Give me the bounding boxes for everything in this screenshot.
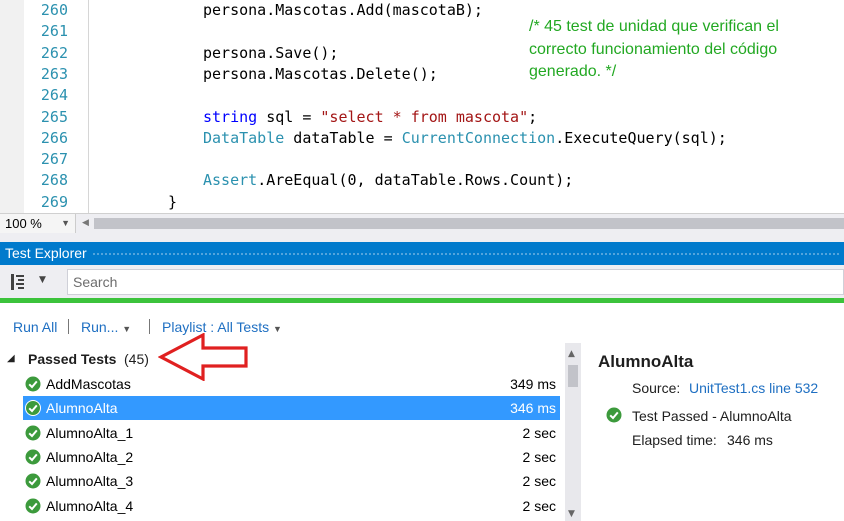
test-name: AlumnoAlta bbox=[46, 400, 118, 417]
group-label: Passed Tests bbox=[28, 351, 117, 367]
check-circle-icon bbox=[25, 449, 41, 465]
test-row[interactable]: AlumnoAlta_3 2 sec bbox=[23, 469, 560, 493]
test-duration: 2 sec bbox=[522, 497, 556, 514]
check-circle-icon bbox=[25, 400, 41, 417]
chevron-down-icon: ▼ bbox=[273, 324, 282, 334]
test-name: AlumnoAlta_3 bbox=[46, 473, 134, 490]
run-all-link[interactable]: Run All bbox=[13, 319, 57, 335]
test-duration: 2 sec bbox=[522, 473, 556, 490]
line-number: 263 bbox=[40, 64, 68, 83]
test-explorer-toolbar: ▼ bbox=[0, 265, 844, 298]
check-circle-icon bbox=[25, 473, 41, 489]
source-label: Source: bbox=[632, 380, 681, 396]
test-name: AlumnoAlta_2 bbox=[46, 448, 134, 465]
code-text: Assert.AreEqual(0, dataTable.Rows.Count)… bbox=[203, 171, 574, 190]
group-by-icon bbox=[11, 274, 24, 290]
code-text: persona.Mascotas.Add(mascotaB); bbox=[203, 1, 483, 19]
horizontal-scrollbar[interactable] bbox=[94, 218, 844, 229]
panel-title: Test Explorer bbox=[5, 245, 87, 261]
test-explorer-title-bar[interactable]: Test Explorer bbox=[0, 242, 844, 265]
code-text: persona.Save(); bbox=[203, 43, 339, 62]
code-comment: /* 45 test de unidad que verifican el co… bbox=[529, 18, 779, 80]
separator bbox=[68, 319, 69, 334]
test-name: AlumnoAlta_4 bbox=[46, 497, 134, 514]
title-bar-grip bbox=[92, 252, 840, 256]
code-text: } bbox=[168, 192, 178, 211]
code-text: string sql = "select * from mascota"; bbox=[203, 107, 538, 126]
chevron-down-icon: ▼ bbox=[61, 218, 70, 228]
line-number: 267 bbox=[40, 150, 68, 169]
code-line: 266 DataTable dataTable = CurrentConnecti… bbox=[0, 128, 844, 149]
test-name: AddMascotas bbox=[46, 376, 131, 392]
scroll-down-icon[interactable]: ▼ bbox=[568, 509, 575, 519]
check-circle-icon bbox=[25, 376, 41, 392]
details-title: AlumnoAlta bbox=[598, 352, 694, 371]
run-dropdown[interactable]: Run... ▼ bbox=[81, 319, 131, 337]
collapse-triangle-icon[interactable]: ◢ bbox=[7, 348, 15, 370]
line-number: 269 bbox=[40, 192, 68, 211]
group-count: (45) bbox=[124, 351, 149, 367]
code-editor[interactable]: 260 persona.Mascotas.Add(mascotaB); 261 262… bbox=[0, 0, 844, 213]
test-duration: 2 sec bbox=[522, 448, 556, 465]
test-duration: 346 ms bbox=[510, 400, 556, 417]
scroll-up-icon[interactable]: ▲ bbox=[568, 349, 575, 359]
elapsed-label: Elapsed time: bbox=[632, 432, 717, 448]
code-line: 267 bbox=[0, 149, 844, 170]
code-line: 268 Assert.AreEqual(0, dataTable.Rows.Cou… bbox=[0, 170, 844, 191]
code-text: persona.Mascotas.Delete(); bbox=[203, 64, 438, 83]
zoom-level: 100 % bbox=[5, 216, 42, 231]
line-number: 266 bbox=[40, 128, 68, 147]
chevron-down-icon: ▼ bbox=[39, 275, 46, 285]
code-line: 265 string sql = "select * from mascota"; bbox=[0, 107, 844, 128]
source-link[interactable]: UnitTest1.cs line 532 bbox=[689, 380, 818, 396]
test-list: ◢ Passed Tests (45) AddMascotas 349 ms Alu… bbox=[0, 343, 565, 521]
scroll-left-icon[interactable]: ◀ bbox=[82, 218, 89, 228]
search-input[interactable] bbox=[67, 269, 844, 295]
separator bbox=[149, 319, 150, 334]
test-duration: 349 ms bbox=[510, 376, 556, 392]
line-number: 264 bbox=[40, 86, 68, 105]
scroll-thumb[interactable] bbox=[568, 365, 578, 387]
test-status: Test Passed - AlumnoAlta bbox=[632, 408, 792, 424]
vertical-scrollbar[interactable]: ▲ ▼ bbox=[565, 343, 581, 521]
code-text: DataTable dataTable = CurrentConnection.… bbox=[203, 128, 727, 147]
test-row[interactable]: AddMascotas 349 ms bbox=[23, 372, 560, 396]
line-number: 261 bbox=[40, 22, 68, 41]
editor-status-bar: 100 % ▼ ◀ bbox=[0, 213, 844, 233]
chevron-down-icon: ▼ bbox=[122, 324, 132, 334]
test-row[interactable]: AlumnoAlta_1 2 sec bbox=[23, 421, 560, 445]
zoom-dropdown[interactable]: 100 % ▼ bbox=[0, 214, 76, 233]
splitter[interactable] bbox=[0, 233, 844, 242]
line-number: 260 bbox=[40, 1, 68, 19]
check-circle-icon bbox=[25, 498, 41, 513]
test-row[interactable]: AlumnoAlta 346 ms bbox=[23, 396, 560, 421]
test-row[interactable]: AlumnoAlta_2 2 sec bbox=[23, 445, 560, 469]
line-number: 268 bbox=[40, 171, 68, 190]
code-line: 269} bbox=[0, 192, 844, 213]
elapsed-value: 346 ms bbox=[727, 432, 773, 448]
run-label: Run... bbox=[81, 319, 119, 335]
line-number: 262 bbox=[40, 43, 68, 62]
test-details-pane: AlumnoAlta Source: UnitTest1.cs line 532… bbox=[581, 343, 844, 521]
check-circle-icon bbox=[25, 425, 41, 441]
test-duration: 2 sec bbox=[522, 424, 556, 441]
red-arrow-icon bbox=[158, 333, 248, 381]
code-line: 264 bbox=[0, 85, 844, 106]
check-circle-icon bbox=[606, 407, 622, 423]
line-number: 265 bbox=[40, 107, 68, 126]
test-row[interactable]: AlumnoAlta_4 2 sec bbox=[23, 494, 560, 518]
group-by-button[interactable]: ▼ bbox=[5, 270, 61, 294]
test-name: AlumnoAlta_1 bbox=[46, 424, 134, 441]
test-group-passed[interactable]: ◢ Passed Tests (45) bbox=[0, 348, 565, 370]
test-actions-bar: Run All Run... ▼ Playlist : All Tests ▼ bbox=[0, 303, 844, 343]
